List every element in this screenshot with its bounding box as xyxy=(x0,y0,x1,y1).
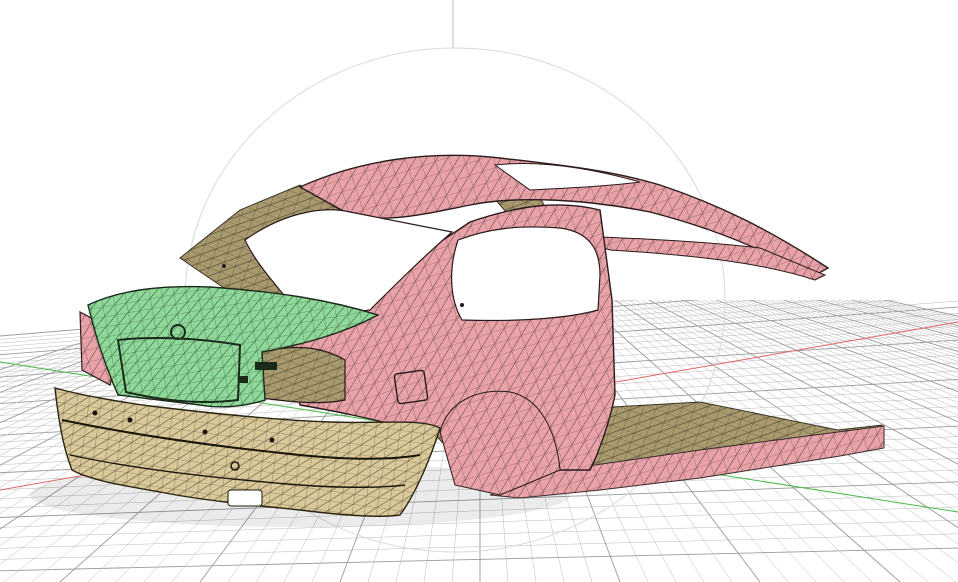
trunk-lock xyxy=(238,376,248,383)
3d-viewport[interactable] xyxy=(0,0,958,582)
reference-point xyxy=(222,264,226,268)
grid-line xyxy=(0,533,958,560)
model-badge xyxy=(255,362,277,370)
exhaust-cutout xyxy=(227,489,263,507)
viewport-canvas[interactable] xyxy=(0,0,958,582)
reference-point xyxy=(460,303,464,307)
tail-light-right[interactable] xyxy=(261,346,346,404)
quarter-window-opening[interactable] xyxy=(451,226,601,322)
license-plate-recess[interactable] xyxy=(116,336,242,404)
grid-line xyxy=(0,519,958,549)
